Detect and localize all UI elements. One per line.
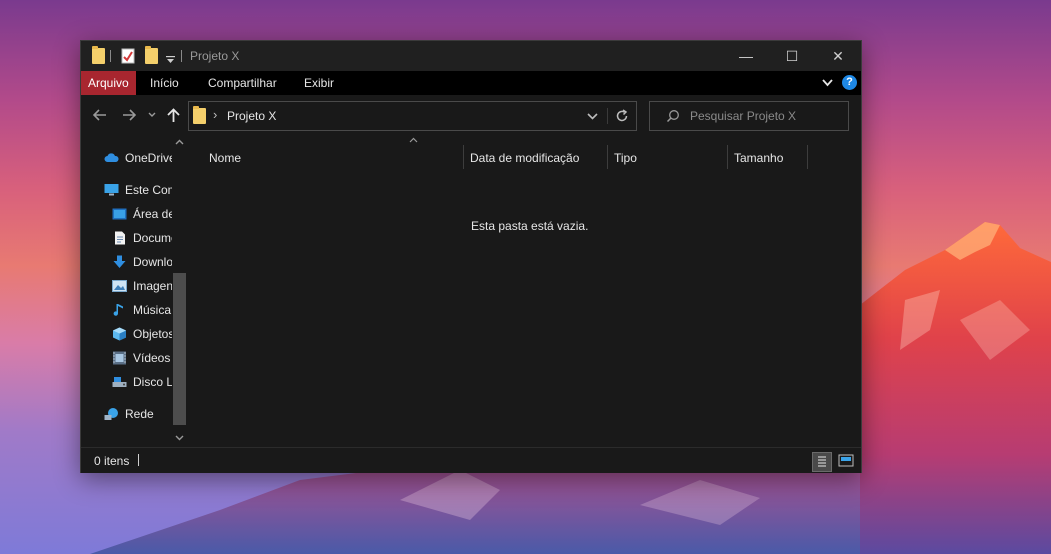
maximize-button[interactable]: ☐ — [769, 41, 815, 71]
divider — [110, 50, 111, 62]
nav-item-este-computador[interactable]: Este Computador — [104, 180, 172, 200]
status-bar: 0 itens — [81, 447, 861, 473]
tab-exibir[interactable]: Exibir — [304, 71, 334, 95]
tab-inicio[interactable]: Início — [150, 71, 179, 95]
large-icons-view-button[interactable] — [837, 452, 855, 470]
drive-icon — [112, 377, 127, 387]
document-icon — [115, 231, 125, 245]
file-explorer-window: Projeto X — ☐ ✕ Arquivo Início Compartil… — [80, 40, 862, 473]
music-icon — [113, 304, 123, 316]
tab-arquivo[interactable]: Arquivo — [81, 71, 136, 95]
nav-item-imagens[interactable]: Imagens — [112, 276, 172, 296]
expand-ribbon-icon[interactable] — [822, 79, 833, 87]
image-icon — [112, 280, 127, 292]
details-view-button[interactable] — [812, 452, 832, 472]
properties-icon[interactable] — [121, 48, 135, 64]
navigation-bar: › Projeto X Pesquisar Projeto X — [81, 95, 861, 135]
nav-item-downloads[interactable]: Downloads — [112, 252, 172, 272]
column-header-tamanho[interactable]: Tamanho — [734, 147, 783, 169]
help-icon[interactable]: ? — [842, 75, 857, 90]
desktop-icon — [112, 208, 127, 220]
divider — [607, 108, 608, 124]
nav-item-onedrive[interactable]: OneDrive — [104, 148, 172, 168]
customize-quick-access-icon[interactable] — [166, 52, 175, 68]
column-header-nome[interactable]: Nome — [209, 147, 241, 169]
folder-icon — [193, 106, 206, 124]
nav-item-objetos-3d[interactable]: Objetos 3D — [112, 324, 172, 344]
refresh-icon[interactable] — [615, 109, 629, 123]
download-icon — [113, 255, 126, 268]
folder-icon — [92, 46, 105, 64]
close-button[interactable]: ✕ — [815, 41, 861, 71]
address-history-dropdown-icon[interactable] — [587, 113, 598, 120]
up-arrow-icon[interactable] — [167, 108, 180, 123]
item-count: 0 itens — [94, 454, 130, 468]
cloud-icon — [104, 153, 119, 162]
details-view-icon — [818, 456, 826, 467]
column-divider[interactable] — [607, 145, 608, 169]
breadcrumb-item[interactable]: Projeto X — [227, 109, 276, 123]
recent-locations-icon[interactable] — [148, 112, 156, 118]
nav-item-disco-local[interactable]: Disco Local (C:) — [112, 372, 172, 392]
new-folder-icon[interactable] — [145, 46, 158, 64]
scrollbar-thumb[interactable] — [173, 273, 186, 425]
minimize-button[interactable]: — — [723, 41, 769, 71]
divider — [181, 50, 182, 62]
large-icons-view-icon — [838, 454, 854, 467]
back-arrow-icon[interactable] — [93, 109, 107, 121]
search-box[interactable]: Pesquisar Projeto X — [649, 101, 849, 131]
cube-icon — [113, 327, 126, 341]
scroll-down-arrow-icon[interactable] — [175, 435, 184, 441]
nav-item-area-de-trabalho[interactable]: Área de Trabalho — [112, 204, 172, 224]
search-icon — [666, 110, 679, 123]
window-title: Projeto X — [190, 49, 240, 63]
column-divider[interactable] — [807, 145, 808, 169]
navigation-scrollbar[interactable] — [172, 135, 187, 447]
column-divider[interactable] — [463, 145, 464, 169]
scroll-up-arrow-icon[interactable] — [175, 139, 184, 145]
network-icon — [104, 408, 118, 420]
nav-item-musica[interactable]: Música — [112, 300, 172, 320]
file-list[interactable]: Nome Data de modificação Tipo Tamanho Es… — [189, 135, 861, 447]
ribbon-tabs: Arquivo Início Compartilhar Exibir ? — [81, 71, 861, 95]
breadcrumb-separator[interactable]: › — [213, 107, 217, 122]
column-divider[interactable] — [727, 145, 728, 169]
nav-item-rede[interactable]: Rede — [104, 404, 172, 424]
title-bar[interactable]: Projeto X — ☐ ✕ — [81, 41, 861, 71]
nav-item-documentos[interactable]: Documentos — [112, 228, 172, 248]
address-bar[interactable]: › Projeto X — [188, 101, 637, 131]
search-input[interactable]: Pesquisar Projeto X — [690, 109, 796, 123]
tab-compartilhar[interactable]: Compartilhar — [208, 71, 277, 95]
divider — [138, 454, 139, 466]
forward-arrow-icon[interactable] — [122, 109, 136, 121]
column-header-tipo[interactable]: Tipo — [614, 147, 637, 169]
column-header-data-modificacao[interactable]: Data de modificação — [470, 147, 579, 169]
empty-folder-message: Esta pasta está vazia. — [471, 219, 589, 233]
nav-item-videos[interactable]: Vídeos — [112, 348, 172, 368]
sort-ascending-icon — [409, 137, 418, 143]
video-icon — [113, 351, 126, 365]
computer-icon — [104, 184, 119, 196]
